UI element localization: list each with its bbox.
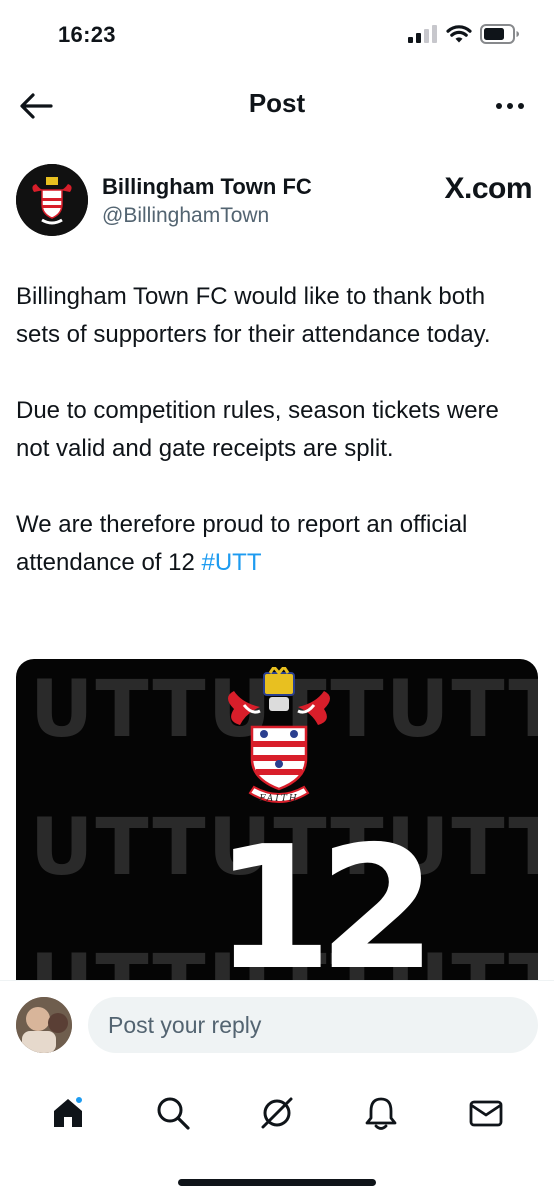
tab-grok[interactable] [247, 1083, 307, 1143]
author-avatar[interactable] [16, 164, 88, 236]
background-utt-text: UTT [30, 665, 208, 755]
tab-messages[interactable] [456, 1083, 516, 1143]
attendance-number: 12 [214, 810, 437, 989]
post-paragraph: Billingham Town FC would like to thank b… [16, 283, 491, 348]
more-options-button[interactable] [488, 90, 532, 122]
messages-envelope-icon [469, 1100, 503, 1127]
status-icons [408, 24, 520, 44]
user-avatar[interactable] [16, 997, 72, 1053]
tab-notifications[interactable] [351, 1083, 411, 1143]
club-crest-icon: FAITH [228, 667, 330, 804]
post-body: Billingham Town FC would like to thank b… [16, 278, 534, 620]
club-crest-icon [16, 164, 88, 236]
tab-home[interactable] [38, 1083, 98, 1143]
notifications-bell-icon [365, 1097, 397, 1130]
grok-icon [261, 1097, 293, 1129]
bottom-tab-bar [0, 1068, 554, 1158]
user-avatar-image [16, 997, 72, 1053]
post-header: Post [0, 70, 554, 142]
status-time: 16:23 [58, 22, 116, 47]
battery-icon [480, 24, 519, 44]
author-name[interactable]: Billingham Town FC [102, 174, 312, 200]
cellular-signal-icon [408, 25, 437, 43]
post-paragraph: We are therefore proud to report an offi… [16, 506, 534, 582]
reply-bar [0, 980, 554, 1068]
author-handle[interactable]: @BillinghamTown [102, 204, 269, 228]
more-options-icon [496, 103, 502, 109]
post-paragraph: Due to competition rules, season tickets… [16, 397, 499, 462]
x-com-watermark: X.com [444, 172, 532, 205]
background-utt-text: UTT [386, 665, 538, 755]
background-utt-text: UTT [30, 803, 208, 893]
page-title: Post [248, 88, 306, 118]
home-indicator[interactable] [178, 1179, 376, 1186]
wifi-icon [446, 25, 472, 43]
post-image[interactable]: UTT UTT UTT UTT UTT UTT UTT UTT UTT FAIT… [16, 659, 538, 989]
hashtag-link[interactable]: #UTT [202, 549, 262, 576]
reply-input[interactable] [88, 997, 538, 1053]
crest-motto: FAITH [258, 794, 298, 804]
search-icon [157, 1097, 190, 1130]
status-bar: 16:23 [0, 0, 554, 70]
post-author: Billingham Town FC @BillinghamTown X.com [16, 162, 538, 242]
tab-search[interactable] [143, 1083, 203, 1143]
